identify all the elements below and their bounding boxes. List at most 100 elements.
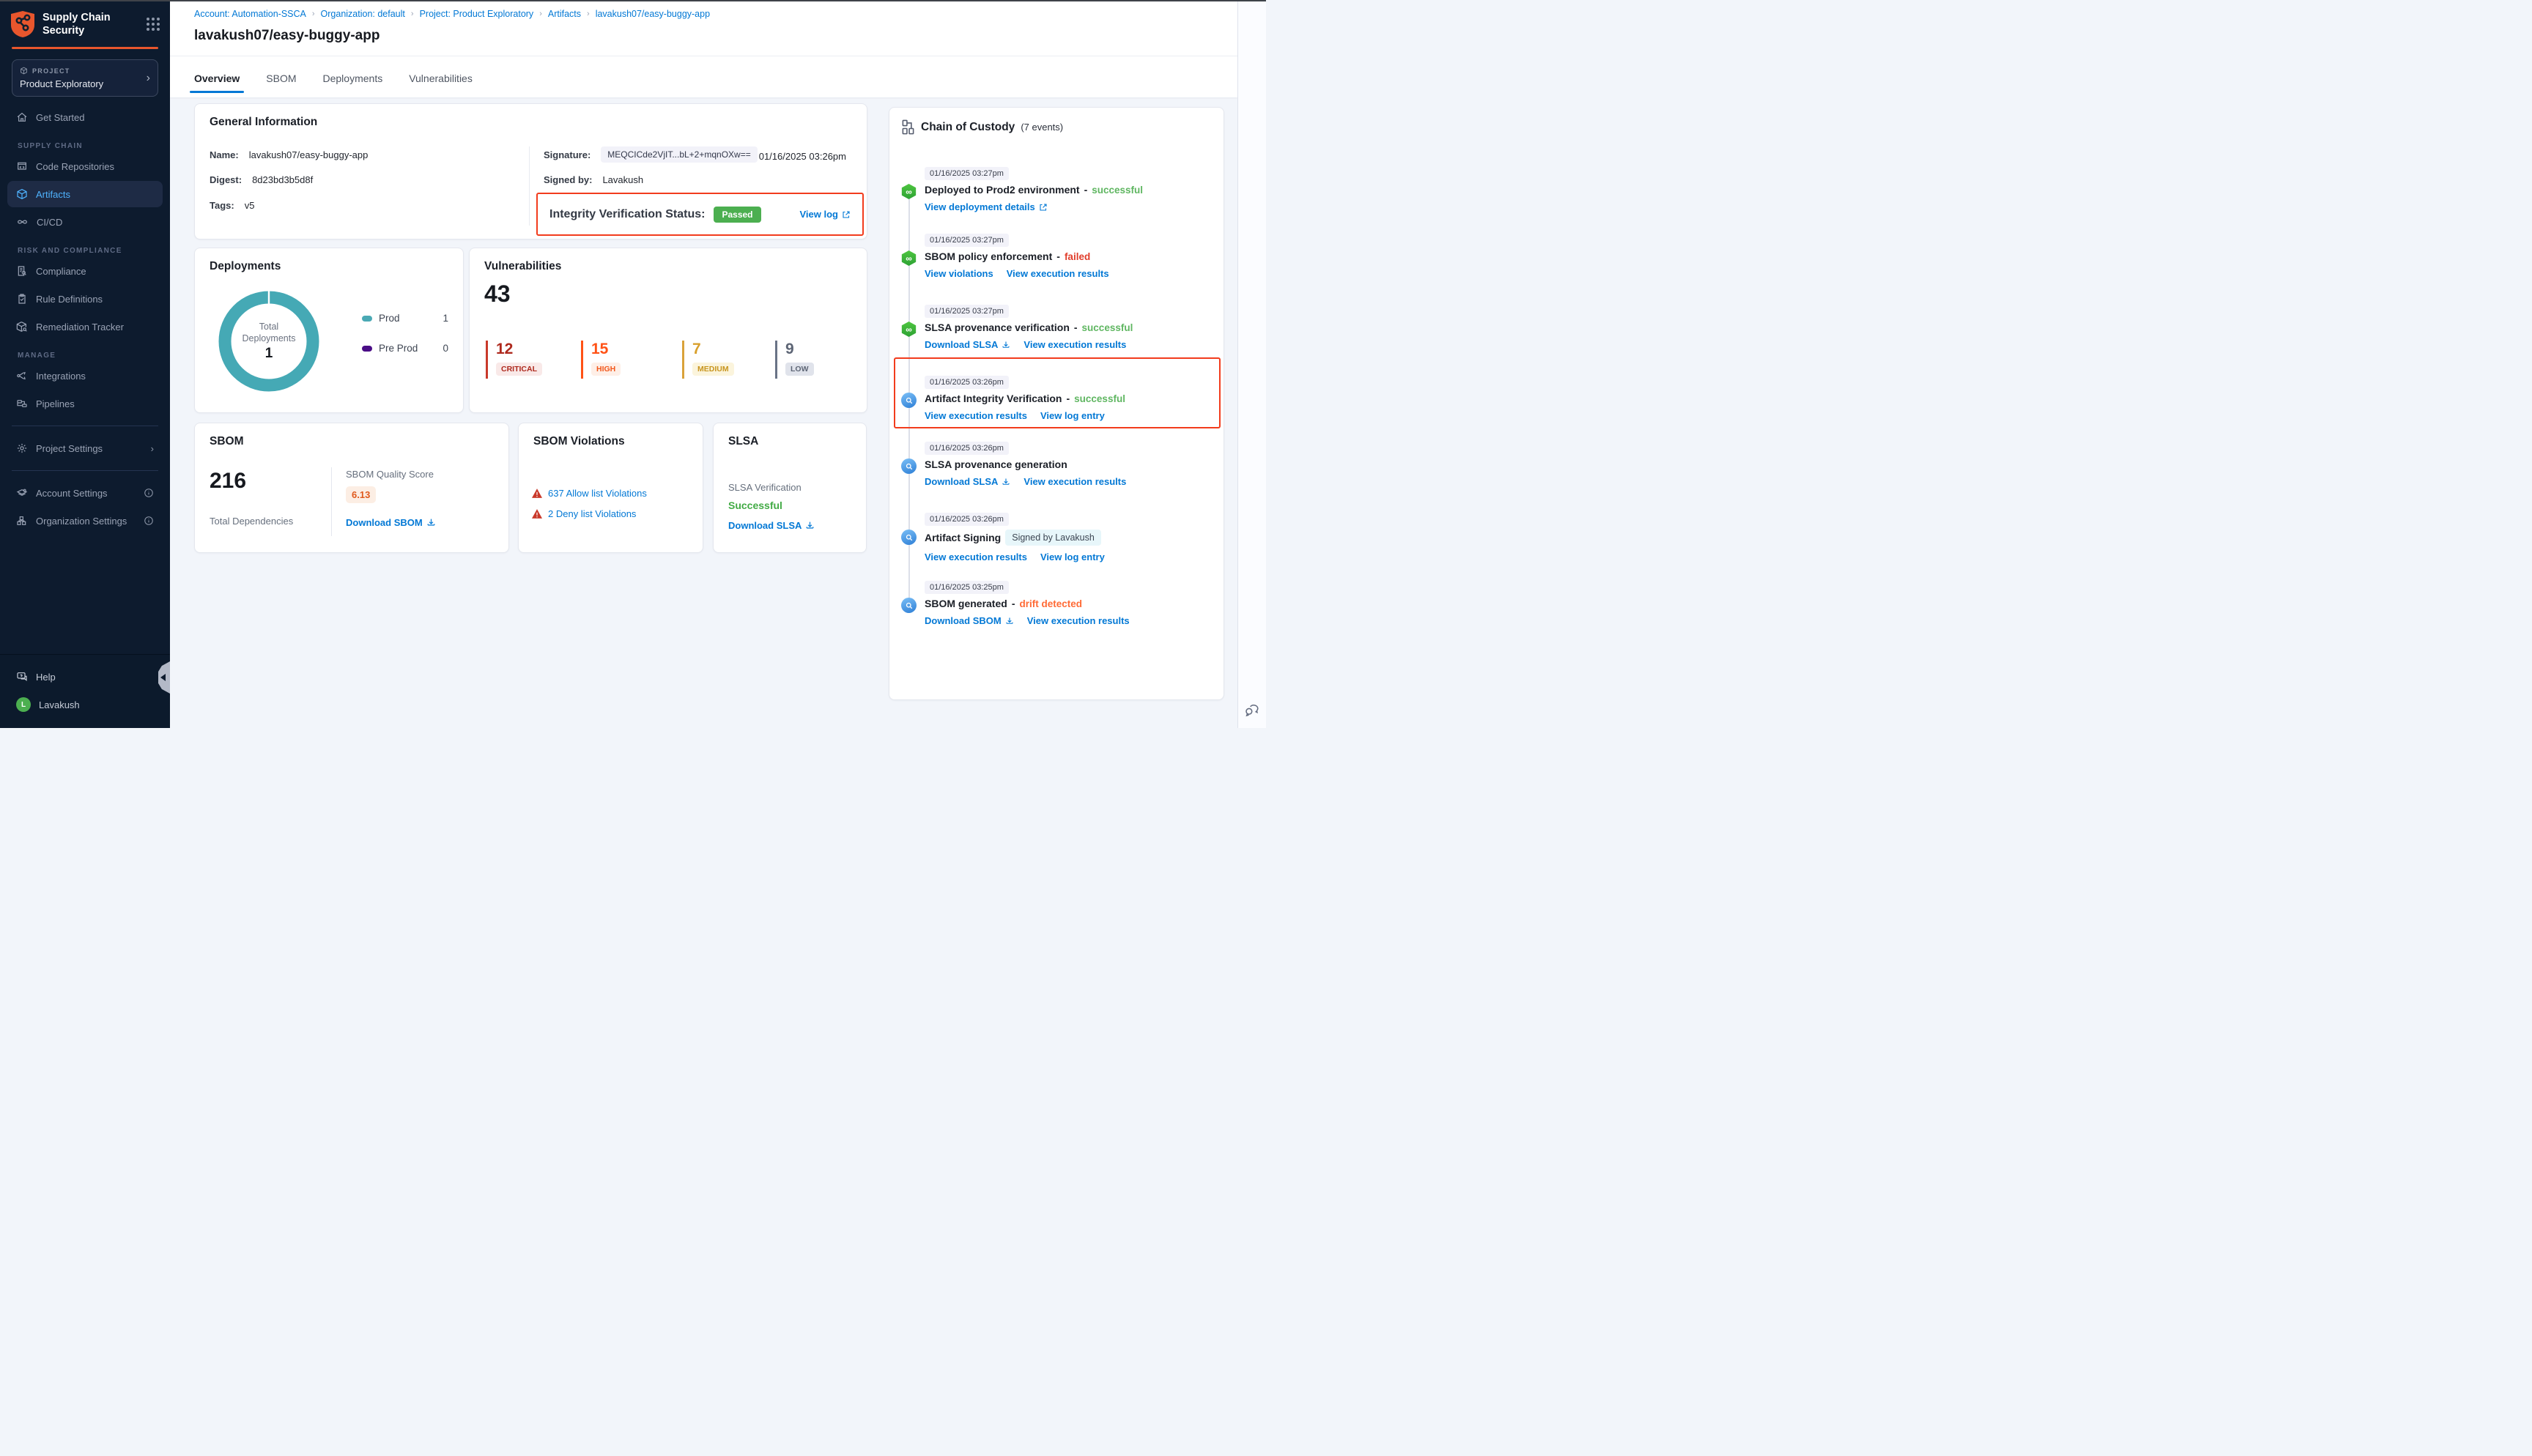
project-label: PROJECT [32,67,70,75]
chain-event-slsa-provenance-generation: 01/16/2025 03:26pm SLSA provenance gener… [901,441,1216,487]
link-label: View execution results [1023,476,1126,487]
view-execution-results-link[interactable]: View execution results [1023,339,1126,350]
chain-event-slsa-provenance-verification: 01/16/2025 03:27pm SLSA provenance verif… [901,304,1216,350]
sidebar-item-compliance[interactable]: Compliance [7,258,163,284]
view-execution-results-link[interactable]: View execution results [1027,615,1130,626]
info-icon[interactable] [144,488,154,498]
breadcrumb-organization[interactable]: Organization: default [321,9,405,19]
view-violations-link[interactable]: View violations [925,268,993,279]
download-slsa-link[interactable]: Download SLSA [728,520,815,531]
tab-overview[interactable]: Overview [194,56,240,97]
card-title: SBOM [210,435,244,448]
info-icon[interactable] [144,516,154,526]
chain-event-sbom-policy-enforcement: 01/16/2025 03:27pm SBOM policy enforceme… [901,233,1216,279]
download-slsa-link[interactable]: Download SLSA [925,339,1010,350]
sbom-total-label: Total Dependencies [210,516,293,527]
sidebar-item-get-started[interactable]: Get Started [7,104,163,130]
event-timestamp: 01/16/2025 03:26pm [925,442,1009,455]
legend-item-preprod: Pre Prod 0 [362,343,448,354]
right-rail [1237,1,1266,728]
slsa-verification-label: SLSA Verification [728,482,802,493]
severity-count: 7 [692,341,734,358]
pipeline-icon [16,398,28,409]
download-sbom-link[interactable]: Download SBOM [346,517,436,528]
link-label: Download SLSA [925,339,998,350]
view-execution-results-link[interactable]: View execution results [925,410,1027,421]
sidebar-item-cicd[interactable]: CI/CD [7,209,163,235]
sidebar-user[interactable]: L Lavakush [7,691,163,718]
sidebar-item-help[interactable]: Help [7,664,163,690]
legend-label: Pre Prod [379,343,418,354]
view-log-entry-link[interactable]: View log entry [1040,551,1105,562]
breadcrumb-separator: › [587,10,590,18]
view-execution-results-link[interactable]: View execution results [1023,476,1126,487]
sidebar-item-account-settings[interactable]: Account Settings [7,480,163,506]
sidebar-item-label: Code Repositories [36,161,114,172]
signature-label: Signature: [544,149,591,160]
sidebar-item-artifacts[interactable]: Artifacts [7,181,163,207]
breadcrumb-artifacts[interactable]: Artifacts [548,9,581,19]
event-title: Deployed to Prod2 environment [925,184,1080,196]
view-execution-results-link[interactable]: View execution results [925,551,1027,562]
sidebar-item-remediation-tracker[interactable]: Remediation Tracker [7,313,163,340]
download-icon [1002,478,1010,486]
tabs: Overview SBOM Deployments Vulnerabilitie… [170,56,1237,97]
project-selector[interactable]: PROJECT Product Exploratory › [12,59,158,97]
event-separator: - [1084,184,1088,196]
breadcrumb-separator: › [539,10,542,18]
allow-list-violations-link[interactable]: 637 Allow list Violations [548,488,647,499]
sidebar-item-label: Get Started [36,112,84,123]
event-separator: - [1056,250,1060,262]
signature-date: 01/16/2025 03:26pm [759,151,846,162]
download-icon [805,521,815,530]
breadcrumb-current[interactable]: lavakush07/easy-buggy-app [596,9,710,19]
link-label: View log entry [1040,551,1105,562]
view-log-link[interactable]: View log [800,209,851,220]
severity-badge: MEDIUM [692,363,734,376]
module-grid-icon[interactable] [147,18,160,31]
view-deployment-details-link[interactable]: View deployment details [925,201,1048,212]
support-chat-icon[interactable] [1244,702,1260,718]
download-sbom-link[interactable]: Download SBOM [925,615,1014,626]
event-status: successful [1082,322,1133,333]
view-execution-results-link[interactable]: View execution results [1007,268,1109,279]
tab-deployments[interactable]: Deployments [323,56,383,97]
tab-vulnerabilities[interactable]: Vulnerabilities [409,56,473,97]
tab-sbom[interactable]: SBOM [266,56,296,97]
event-status: failed [1065,251,1090,262]
severity-count: 15 [591,341,621,358]
chevron-right-icon: › [151,443,154,454]
user-name: Lavakush [39,699,80,710]
download-icon [1005,617,1014,625]
breadcrumb-account[interactable]: Account: Automation-SSCA [194,9,306,19]
event-title: SBOM generated [925,598,1007,609]
view-log-entry-link[interactable]: View log entry [1040,410,1105,421]
sidebar-item-integrations[interactable]: Integrations [7,363,163,389]
event-title: SBOM policy enforcement [925,250,1052,262]
sidebar-item-rule-definitions[interactable]: Rule Definitions [7,286,163,312]
cube-icon [20,67,28,75]
link-label: View log entry [1040,410,1105,421]
sidebar-item-label: Integrations [36,371,86,382]
deny-list-violations-link[interactable]: 2 Deny list Violations [548,508,636,519]
warning-icon [532,509,542,519]
slsa-verification-status: Successful [728,499,782,511]
chain-of-custody-card: Chain of Custody (7 events) 01/16/2025 0… [889,107,1224,700]
chain-event-sbom-generated: 01/16/2025 03:25pm SBOM generated - drif… [901,580,1216,626]
download-slsa-link[interactable]: Download SLSA [925,476,1010,487]
signed-by-value: Lavakush [602,174,643,185]
breadcrumb-project[interactable]: Project: Product Exploratory [420,9,534,19]
sidebar-item-pipelines[interactable]: Pipelines [7,390,163,417]
accent-rule [12,47,158,49]
sidebar-item-code-repositories[interactable]: Code Repositories [7,153,163,179]
event-separator: - [1066,393,1070,404]
link-label: View execution results [1023,339,1126,350]
sidebar-item-project-settings[interactable]: Project Settings › [7,435,163,461]
home-icon [16,111,28,123]
deployments-donut-chart: Total Deployments 1 [214,286,324,396]
page-title: lavakush07/easy-buggy-app [194,28,1237,44]
legend-swatch-preprod [362,346,372,352]
sidebar-item-organization-settings[interactable]: Organization Settings [7,508,163,534]
signature-value-chip: MEQCICde2VjIT...bL+2+mqnOXw== [601,146,757,163]
sidebar-item-label: Account Settings [36,488,108,499]
